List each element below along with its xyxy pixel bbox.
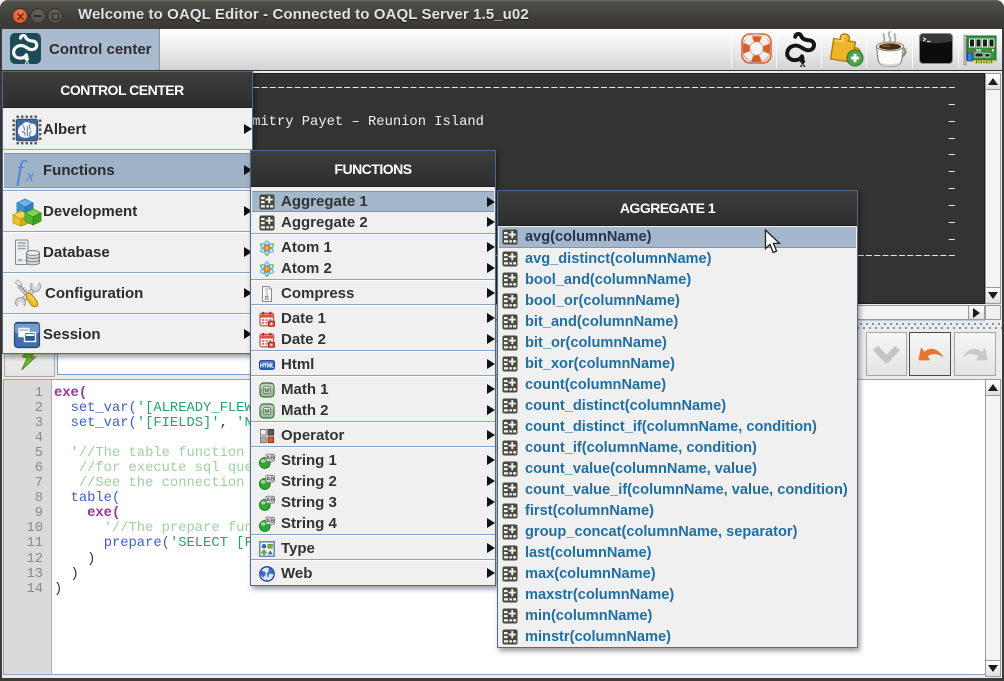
- svg-text:x: x: [26, 166, 35, 185]
- svg-text:M: M: [264, 387, 269, 394]
- svg-text:AB: AB: [266, 455, 274, 461]
- svg-text:f: f: [16, 156, 27, 186]
- svg-text:AB: AB: [266, 476, 274, 482]
- svg-text:AB: AB: [266, 497, 274, 503]
- svg-text:M: M: [264, 408, 269, 415]
- svg-text:HTML: HTML: [260, 363, 275, 369]
- svg-text:AB: AB: [266, 518, 274, 524]
